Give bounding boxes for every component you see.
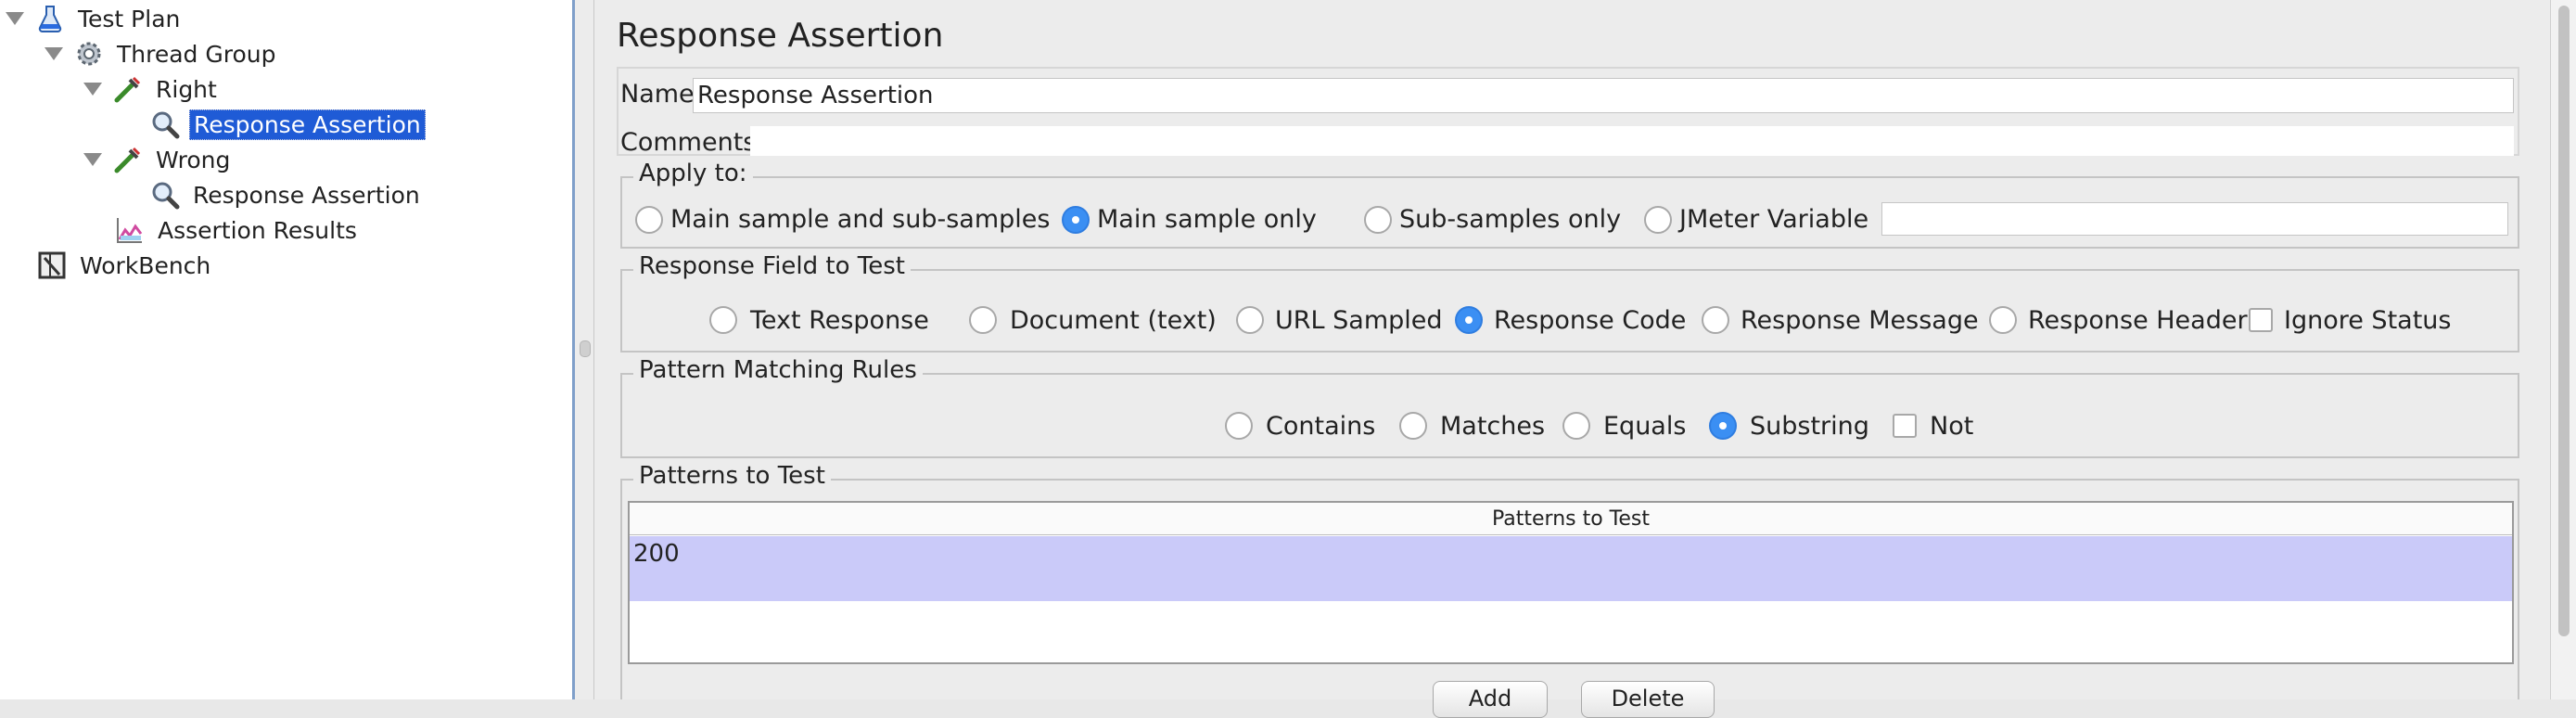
radio-url-sampled[interactable]	[1236, 306, 1264, 334]
radio-text-response[interactable]	[709, 306, 737, 334]
response-field-legend: Response Field to Test	[633, 252, 911, 280]
tree-item-test-plan[interactable]: Test Plan	[6, 2, 184, 35]
tree-item-thread-group[interactable]: Thread Group	[45, 37, 279, 71]
radio-document-text[interactable]	[969, 306, 997, 334]
radio-label: Main sample and sub-samples	[670, 205, 1051, 234]
radio-label: JMeter Variable	[1679, 205, 1869, 234]
radio-response-headers[interactable]	[1989, 306, 2017, 334]
tree-item-response-assertion-wrong[interactable]: Response Assertion	[150, 178, 424, 212]
radio-main-and-sub[interactable]	[635, 206, 663, 234]
flask-icon	[35, 4, 65, 33]
collapse-icon[interactable]	[45, 47, 63, 60]
radio-equals[interactable]	[1562, 412, 1590, 440]
tree-item-label: Thread Group	[117, 40, 276, 68]
comments-label: Comments:	[620, 128, 765, 157]
sampler-icon	[113, 145, 143, 174]
graph-icon	[115, 215, 145, 245]
scrollbar-thumb[interactable]	[2558, 6, 2570, 636]
table-header: Patterns to Test	[630, 503, 2512, 535]
pane-splitter[interactable]	[575, 0, 593, 699]
radio-label: Sub-samples only	[1399, 205, 1622, 234]
radio-label: Response Headers	[2028, 306, 2261, 335]
magnifier-icon	[150, 109, 180, 139]
comments-field[interactable]	[750, 126, 2514, 156]
response-assertion-panel: Response Assertion Name: Response Assert…	[593, 0, 2550, 718]
test-plan-tree[interactable]: Test Plan Thread Group Right Response As…	[0, 0, 575, 699]
tree-item-label: Wrong	[156, 146, 231, 173]
radio-label: Contains	[1266, 412, 1376, 441]
radio-label: Response Message	[1741, 306, 1979, 335]
radio-contains[interactable]	[1225, 412, 1253, 440]
radio-matches[interactable]	[1399, 412, 1427, 440]
collapse-icon[interactable]	[6, 12, 24, 25]
page-title: Response Assertion	[617, 17, 944, 55]
pattern-rules-group: Pattern Matching Rules Contains Matches …	[620, 356, 2519, 458]
tree-item-label: Test Plan	[78, 5, 181, 32]
checkbox-label: Ignore Status	[2284, 306, 2452, 335]
gear-icon	[74, 39, 104, 69]
splitter-handle[interactable]	[580, 340, 591, 357]
tree-item-right[interactable]: Right	[83, 72, 221, 106]
radio-substring[interactable]	[1709, 412, 1737, 440]
radio-main-only[interactable]	[1062, 206, 1090, 234]
vertical-scrollbar[interactable]	[2550, 0, 2576, 699]
apply-to-legend: Apply to:	[633, 160, 753, 187]
radio-label: Main sample only	[1097, 205, 1317, 234]
name-comments-group: Name: Response Assertion Comments:	[617, 67, 2519, 157]
radio-sub-only[interactable]	[1364, 206, 1392, 234]
radio-label: URL Sampled	[1275, 306, 1443, 335]
radio-label: Matches	[1440, 412, 1546, 441]
tree-item-label: Assertion Results	[158, 216, 357, 244]
collapse-icon[interactable]	[83, 83, 102, 96]
radio-response-code[interactable]	[1455, 306, 1483, 334]
name-value: Response Assertion	[697, 82, 934, 109]
tree-item-label: WorkBench	[80, 251, 211, 279]
radio-label: Response Code	[1494, 306, 1687, 335]
workbench-icon	[37, 250, 67, 280]
collapse-icon[interactable]	[83, 153, 102, 166]
tree-item-label: Response Assertion	[193, 181, 420, 209]
radio-jmeter-variable[interactable]	[1644, 206, 1672, 234]
patterns-table[interactable]: Patterns to Test 200	[628, 501, 2514, 664]
tree-item-workbench[interactable]: WorkBench	[37, 249, 214, 282]
radio-label: Equals	[1603, 412, 1687, 441]
pattern-rules-legend: Pattern Matching Rules	[633, 356, 923, 384]
table-row[interactable]: 200	[630, 536, 2512, 601]
patterns-legend: Patterns to Test	[633, 462, 831, 490]
name-field[interactable]: Response Assertion	[693, 78, 2514, 113]
sampler-icon	[113, 74, 143, 104]
magnifier-icon	[150, 180, 180, 210]
radio-response-message[interactable]	[1702, 306, 1729, 334]
name-label: Name:	[620, 80, 703, 109]
tree-item-label: Right	[156, 75, 217, 103]
not-checkbox[interactable]	[1893, 414, 1917, 438]
delete-button[interactable]: Delete	[1581, 681, 1715, 718]
response-field-group: Response Field to Test Text Response Doc…	[620, 252, 2519, 353]
ignore-status-checkbox[interactable]	[2249, 308, 2273, 332]
apply-to-group: Apply to: Main sample and sub-samples Ma…	[620, 160, 2519, 249]
radio-label: Text Response	[750, 306, 929, 335]
tree-item-response-assertion-right[interactable]: Response Assertion	[150, 108, 426, 141]
add-button[interactable]: Add	[1433, 681, 1548, 718]
tree-item-wrong[interactable]: Wrong	[83, 143, 234, 176]
radio-label: Document (text)	[1010, 306, 1217, 335]
jmeter-variable-field[interactable]	[1881, 202, 2508, 236]
tree-item-assertion-results[interactable]: Assertion Results	[115, 213, 361, 247]
radio-label: Substring	[1750, 412, 1869, 441]
tree-item-label: Response Assertion	[189, 109, 426, 140]
checkbox-label: Not	[1930, 412, 1974, 441]
